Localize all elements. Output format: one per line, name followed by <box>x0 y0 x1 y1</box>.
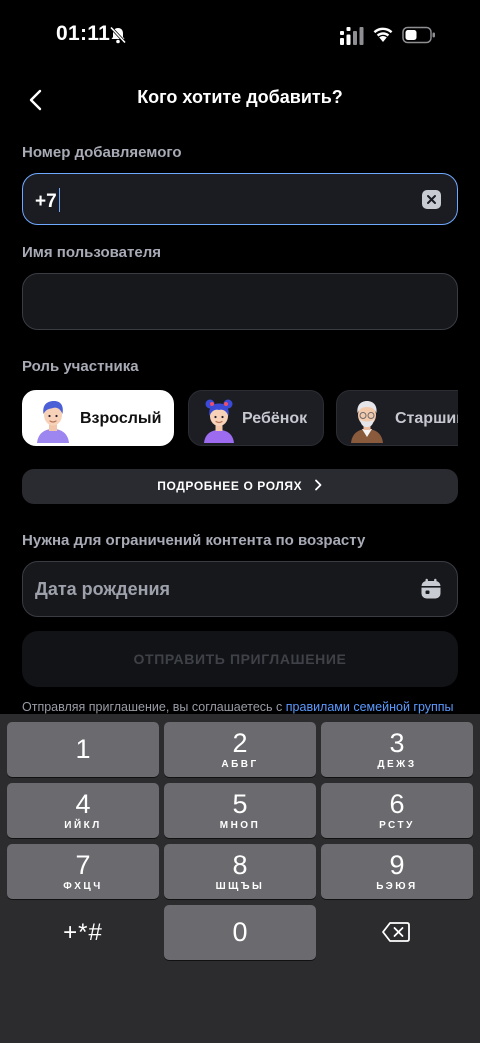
senior-avatar-icon <box>351 401 383 443</box>
phone-input[interactable]: +7 <box>22 173 458 225</box>
consent-text: Отправляя приглашение, вы соглашаетесь с… <box>22 700 454 714</box>
key-digit: 1 <box>75 734 91 764</box>
phone-label: Номер добавляемого <box>22 144 182 161</box>
send-invite-button[interactable]: ОТПРАВИТЬ ПРИГЛАШЕНИЕ <box>22 631 458 687</box>
role-selector: Взрослый Ребёнок Старший <box>22 390 458 448</box>
role-label-child: Ребёнок <box>242 410 308 427</box>
roles-more-label: ПОДРОБНЕЕ О РОЛЯХ <box>157 479 303 493</box>
key-digit: 6 <box>389 789 405 819</box>
roles-more-button[interactable]: ПОДРОБНЕЕ О РОЛЯХ <box>22 469 458 504</box>
key-symbols-label: +*# <box>63 919 103 946</box>
key-letters: ИЙКЛ <box>64 820 102 831</box>
chevron-right-icon <box>314 479 322 491</box>
status-bar: 01:11 <box>0 0 480 70</box>
key-digit: 3 <box>389 728 405 758</box>
page-title: Кого хотите добавить? <box>137 87 343 107</box>
phone-value: +7 <box>35 191 57 212</box>
key-delete[interactable] <box>321 905 473 960</box>
role-label-senior: Старший <box>395 410 458 427</box>
key-letters: АБВГ <box>221 759 259 770</box>
child-avatar-icon <box>204 399 234 443</box>
wifi-icon <box>373 27 393 42</box>
username-input[interactable] <box>22 273 458 330</box>
nav-bar: Кого хотите добавить? <box>0 78 480 118</box>
role-label-adult: Взрослый <box>80 410 162 427</box>
key-digit: 8 <box>232 850 248 880</box>
key-1[interactable]: 1 <box>7 722 159 777</box>
key-letters: ДЕЖЗ <box>377 759 417 770</box>
bell-muted-icon <box>109 26 127 44</box>
key-digit: 7 <box>75 850 91 880</box>
key-3[interactable]: 3 ДЕЖЗ <box>321 722 473 777</box>
key-letters: ФХЦЧ <box>63 881 103 892</box>
key-0[interactable]: 0 <box>164 905 316 960</box>
role-card-senior[interactable]: Старший <box>336 390 458 446</box>
status-time: 01:11 <box>56 22 111 45</box>
battery-icon <box>402 26 435 44</box>
key-8[interactable]: 8 ШЩЪЫ <box>164 844 316 899</box>
key-symbols[interactable]: +*# <box>7 905 159 960</box>
key-digit: 9 <box>389 850 405 880</box>
adult-avatar-icon <box>37 401 69 443</box>
calendar-icon[interactable] <box>420 578 442 600</box>
key-digit: 4 <box>75 789 91 819</box>
numeric-keyboard: 1 2 АБВГ 3 ДЕЖЗ 4 ИЙКЛ 5 МНОП 6 РСТУ 7 Ф… <box>0 714 480 1043</box>
key-4[interactable]: 4 ИЙКЛ <box>7 783 159 838</box>
key-9[interactable]: 9 ЬЭЮЯ <box>321 844 473 899</box>
clear-icon[interactable] <box>422 190 441 209</box>
key-7[interactable]: 7 ФХЦЧ <box>7 844 159 899</box>
key-6[interactable]: 6 РСТУ <box>321 783 473 838</box>
key-digit: 0 <box>232 917 248 947</box>
key-5[interactable]: 5 МНОП <box>164 783 316 838</box>
birthdate-input[interactable]: Дата рождения <box>22 561 458 617</box>
key-letters: ЬЭЮЯ <box>376 881 418 892</box>
role-card-child[interactable]: Ребёнок <box>188 390 324 446</box>
key-letters: ШЩЪЫ <box>215 881 265 892</box>
send-invite-label: ОТПРАВИТЬ ПРИГЛАШЕНИЕ <box>133 651 347 667</box>
key-letters: МНОП <box>219 820 261 831</box>
key-letters: РСТУ <box>379 820 415 831</box>
family-rules-link[interactable]: правилами семейной группы <box>286 700 454 714</box>
backspace-icon <box>382 922 410 942</box>
signal-icon <box>340 27 364 45</box>
text-caret <box>58 188 61 212</box>
role-card-adult[interactable]: Взрослый <box>22 390 174 446</box>
consent-prefix: Отправляя приглашение, вы соглашаетесь с <box>22 700 286 714</box>
birthdate-placeholder: Дата рождения <box>35 579 171 599</box>
role-label: Роль участника <box>22 358 139 375</box>
key-digit: 5 <box>232 789 248 819</box>
username-label: Имя пользователя <box>22 244 161 261</box>
birthdate-hint: Нужна для ограничений контента по возрас… <box>22 532 366 549</box>
key-digit: 2 <box>232 728 248 758</box>
key-2[interactable]: 2 АБВГ <box>164 722 316 777</box>
